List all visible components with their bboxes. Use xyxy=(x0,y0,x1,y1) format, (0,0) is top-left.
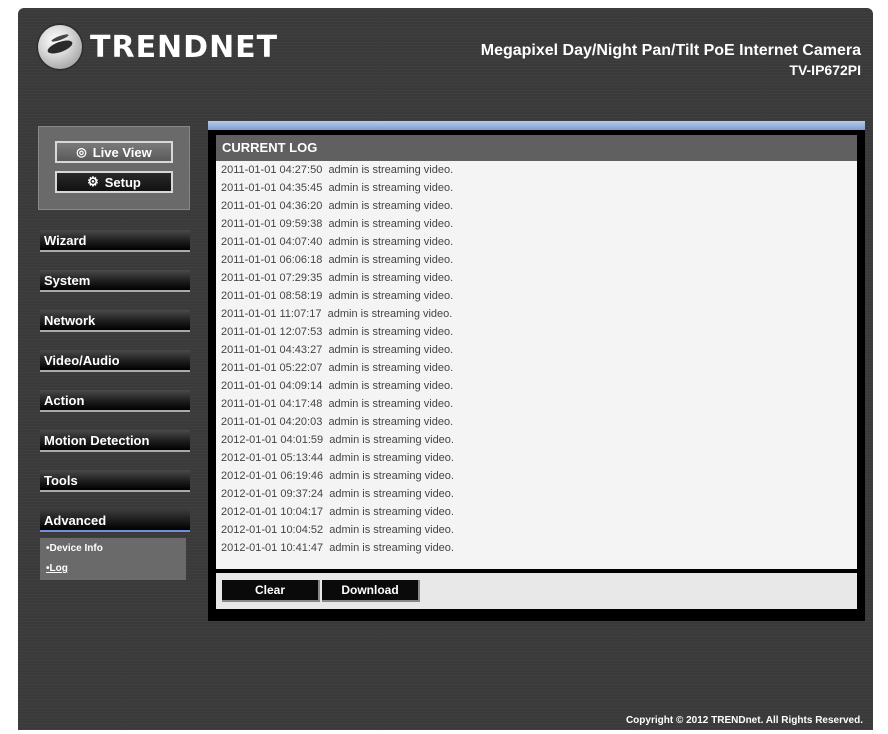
gear-icon: ⚙ xyxy=(87,174,99,189)
live-view-label: Live View xyxy=(92,144,152,160)
log-entry: 2011-01-01 09:59:38 admin is streaming v… xyxy=(221,218,454,230)
log-entry: 2011-01-01 04:09:14 admin is streaming v… xyxy=(221,380,454,392)
log-entry: 2011-01-01 04:17:48 admin is streaming v… xyxy=(221,398,454,410)
submenu-device-info[interactable]: •Device Info xyxy=(46,540,186,560)
log-list: 2011-01-01 04:27:50 admin is streaming v… xyxy=(216,161,857,569)
log-entry: 2011-01-01 07:29:35 admin is streaming v… xyxy=(221,272,454,284)
log-entry: 2011-01-01 12:07:53 admin is streaming v… xyxy=(221,326,454,338)
eye-icon: ◎ xyxy=(76,145,87,159)
menu-motion-detection[interactable]: Motion Detection xyxy=(40,430,190,452)
setup-button[interactable]: ⚙ Setup xyxy=(55,171,173,193)
log-entry: 2012-01-01 05:13:44 admin is streaming v… xyxy=(221,452,454,464)
log-entry: 2011-01-01 08:58:19 admin is streaming v… xyxy=(221,290,454,302)
log-entry: 2011-01-01 05:22:07 admin is streaming v… xyxy=(221,362,454,374)
log-entry: 2011-01-01 04:43:27 admin is streaming v… xyxy=(221,344,454,356)
log-entry: 2012-01-01 09:37:24 admin is streaming v… xyxy=(221,488,454,500)
menu-action[interactable]: Action xyxy=(40,390,190,412)
log-entry: 2011-01-01 11:07:17 admin is streaming v… xyxy=(221,308,453,320)
copyright-text: Copyright © 2012 TRENDnet. All Rights Re… xyxy=(625,715,863,726)
product-description: Megapixel Day/Night Pan/Tilt PoE Interne… xyxy=(480,42,861,59)
log-entry: 2012-01-01 10:04:52 admin is streaming v… xyxy=(221,524,454,536)
download-button[interactable]: Download xyxy=(322,580,420,602)
live-view-button[interactable]: ◎ Live View xyxy=(55,141,173,163)
log-entry: 2011-01-01 04:07:40 admin is streaming v… xyxy=(221,236,454,248)
advanced-submenu: •Device Info •Log xyxy=(40,538,186,580)
log-actions-bar: Clear Download xyxy=(216,573,857,609)
page-title: Megapixel Day/Night Pan/Tilt PoE Interne… xyxy=(481,42,861,78)
brand-name: TRENDNET xyxy=(90,29,279,65)
clear-button[interactable]: Clear xyxy=(222,580,320,602)
setup-label: Setup xyxy=(104,174,141,190)
menu-advanced[interactable]: Advanced xyxy=(40,510,190,532)
app-frame: TRENDNET Megapixel Day/Night Pan/Tilt Po… xyxy=(18,8,873,730)
log-entry: 2011-01-01 06:06:18 admin is streaming v… xyxy=(221,254,454,266)
submenu-log[interactable]: •Log xyxy=(46,560,186,580)
menu-wizard[interactable]: Wizard xyxy=(40,230,190,252)
menu-network[interactable]: Network xyxy=(40,310,190,332)
log-entry: 2012-01-01 10:41:47 admin is streaming v… xyxy=(221,542,454,554)
menu-video-audio[interactable]: Video/Audio xyxy=(40,350,190,372)
log-panel: CURRENT LOG 2011-01-01 04:27:50 admin is… xyxy=(208,121,865,621)
log-entry: 2011-01-01 04:20:03 admin is streaming v… xyxy=(221,416,454,428)
view-mode-box: ◎ Live View ⚙ Setup xyxy=(38,126,190,210)
log-entry: 2012-01-01 04:01:59 admin is streaming v… xyxy=(221,434,454,446)
log-entry: 2011-01-01 04:35:45 admin is streaming v… xyxy=(221,182,454,194)
trendnet-logo: TRENDNET xyxy=(38,22,278,72)
log-header: CURRENT LOG xyxy=(216,135,857,161)
trendnet-logo-icon xyxy=(38,25,82,69)
model-number: TV-IP672PI xyxy=(789,62,861,78)
menu-system[interactable]: System xyxy=(40,270,190,292)
log-entry: 2012-01-01 06:19:46 admin is streaming v… xyxy=(221,470,454,482)
log-entry: 2011-01-01 04:27:50 admin is streaming v… xyxy=(221,164,454,176)
log-entry: 2011-01-01 04:36:20 admin is streaming v… xyxy=(221,200,454,212)
log-entry: 2012-01-01 10:04:17 admin is streaming v… xyxy=(221,506,454,518)
panel-top-bar xyxy=(208,121,865,130)
menu-tools[interactable]: Tools xyxy=(40,470,190,492)
